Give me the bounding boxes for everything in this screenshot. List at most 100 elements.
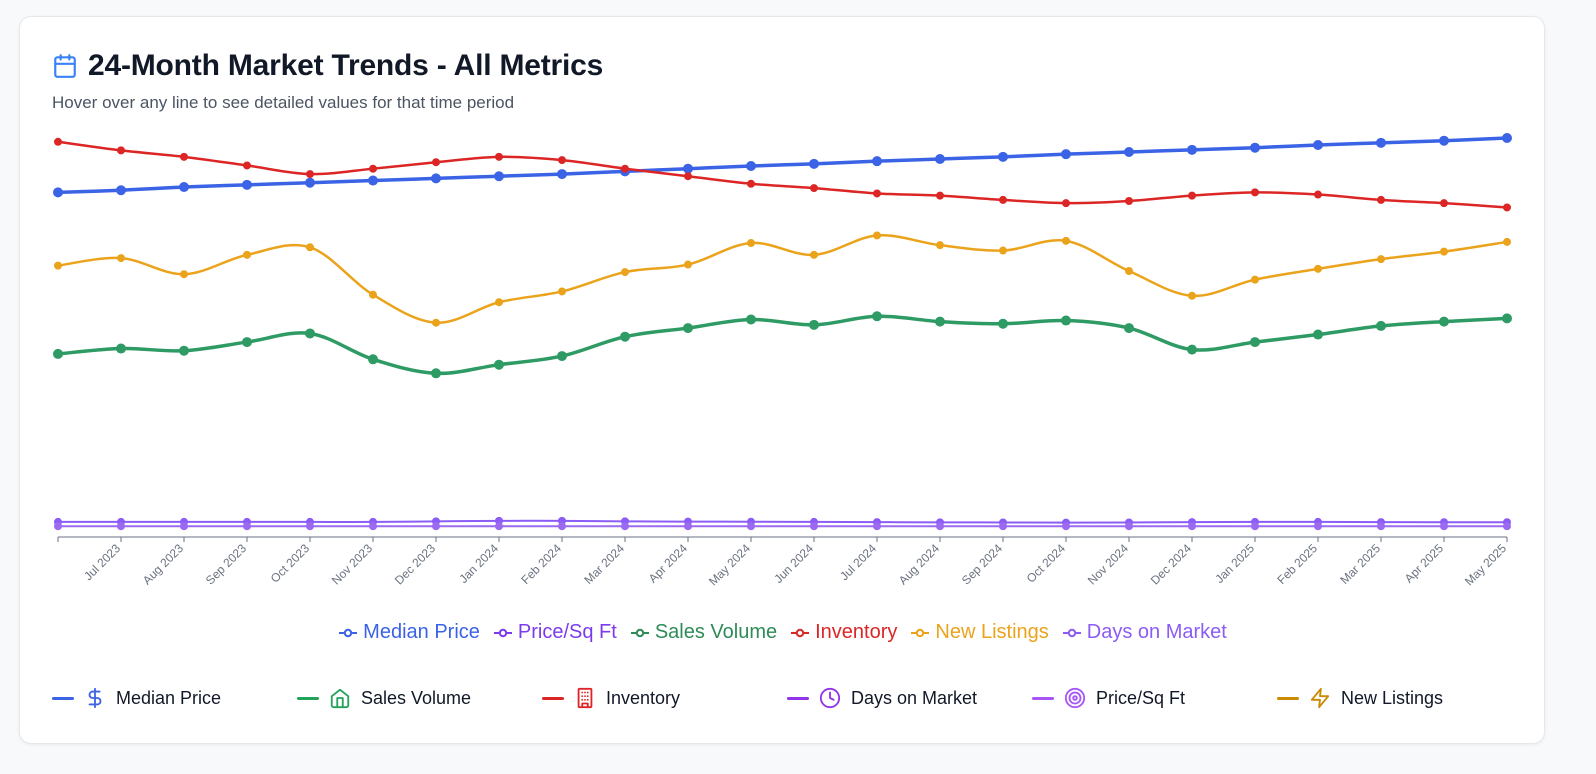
data-point[interactable] [305,177,315,188]
data-point[interactable] [935,154,945,164]
data-point[interactable] [305,328,315,339]
data-point[interactable] [1250,142,1260,153]
data-point[interactable] [117,146,125,155]
data-point[interactable] [809,319,819,330]
data-point[interactable] [810,522,818,531]
data-point[interactable] [746,314,756,325]
data-point[interactable] [1377,195,1385,204]
data-point[interactable] [1440,522,1448,531]
data-point[interactable] [873,522,881,531]
data-point[interactable] [306,243,314,252]
data-point[interactable] [1503,237,1511,246]
data-point[interactable] [369,522,377,531]
data-point[interactable] [494,171,504,182]
series-line-new-listings[interactable] [57,234,1508,324]
data-point[interactable] [621,164,629,173]
data-point[interactable] [116,343,126,354]
data-point[interactable] [1314,264,1322,273]
data-point[interactable] [369,290,377,299]
data-point[interactable] [1251,522,1259,531]
data-point[interactable] [1440,199,1448,208]
data-point[interactable] [1125,522,1133,531]
legend-item-new-listings[interactable]: New Listings [911,621,1049,644]
data-point[interactable] [1250,337,1260,348]
data-point[interactable] [179,182,189,192]
data-point[interactable] [1124,323,1134,334]
data-point[interactable] [1251,275,1259,284]
data-point[interactable] [242,337,252,348]
data-point[interactable] [495,522,503,531]
data-point[interactable] [54,261,62,270]
data-point[interactable] [620,331,630,342]
data-point[interactable] [558,156,566,165]
data-point[interactable] [117,254,125,263]
data-point[interactable] [1503,522,1511,531]
data-point[interactable] [1502,133,1512,143]
data-point[interactable] [1439,316,1449,327]
data-point[interactable] [999,195,1007,204]
data-point[interactable] [1377,255,1385,264]
data-point[interactable] [431,368,441,379]
data-point[interactable] [432,522,440,531]
data-point[interactable] [1188,191,1196,200]
line-chart[interactable]: Jul 2023 Aug 2023 Sep 2023 Oct 2023 Nov 2023… [20,17,1546,617]
data-point[interactable] [54,137,62,146]
data-point[interactable] [683,163,693,174]
data-point[interactable] [1061,315,1071,326]
data-point[interactable] [179,345,189,356]
data-point[interactable] [1502,313,1512,324]
data-point[interactable] [1188,522,1196,531]
data-point[interactable] [1188,291,1196,300]
data-point[interactable] [1062,199,1070,208]
data-point[interactable] [621,268,629,277]
data-point[interactable] [999,246,1007,255]
data-point[interactable] [1187,344,1197,355]
data-point[interactable] [495,298,503,307]
data-point[interactable] [1376,320,1386,331]
data-point[interactable] [621,522,629,531]
data-point[interactable] [747,179,755,188]
data-point[interactable] [810,184,818,193]
data-point[interactable] [873,189,881,198]
data-point[interactable] [1314,190,1322,199]
data-point[interactable] [998,318,1008,329]
data-point[interactable] [53,348,63,359]
series-median-price[interactable] [53,133,1512,198]
legend-item-median-price[interactable]: Median Price [339,621,480,644]
data-point[interactable] [1062,522,1070,531]
data-point[interactable] [873,231,881,240]
data-point[interactable] [116,185,126,196]
data-point[interactable] [1062,236,1070,245]
data-point[interactable] [558,522,566,531]
data-point[interactable] [936,241,944,250]
data-point[interactable] [936,522,944,531]
data-point[interactable] [1377,522,1385,531]
data-point[interactable] [180,522,188,531]
data-point[interactable] [1314,522,1322,531]
data-point[interactable] [54,522,62,531]
data-point[interactable] [872,156,882,167]
series-sales-volume[interactable] [53,311,1512,379]
data-point[interactable] [494,359,504,370]
data-point[interactable] [746,161,756,171]
data-point[interactable] [368,354,378,365]
series-price-sq-ft[interactable] [54,516,1511,527]
data-point[interactable] [369,164,377,173]
data-point[interactable] [1376,137,1386,148]
series-line-median-price[interactable] [57,136,1508,195]
data-point[interactable] [243,250,251,259]
data-point[interactable] [243,161,251,170]
data-point[interactable] [1125,197,1133,205]
data-point[interactable] [1440,247,1448,256]
data-point[interactable] [1313,329,1323,340]
data-point[interactable] [495,152,503,161]
data-point[interactable] [53,187,63,198]
data-point[interactable] [1439,135,1449,146]
data-point[interactable] [117,522,125,531]
data-point[interactable] [368,175,378,186]
data-point[interactable] [1124,147,1134,157]
data-point[interactable] [557,169,567,180]
data-point[interactable] [810,250,818,259]
series-new-listings[interactable] [54,231,1511,327]
data-point[interactable] [872,311,882,322]
